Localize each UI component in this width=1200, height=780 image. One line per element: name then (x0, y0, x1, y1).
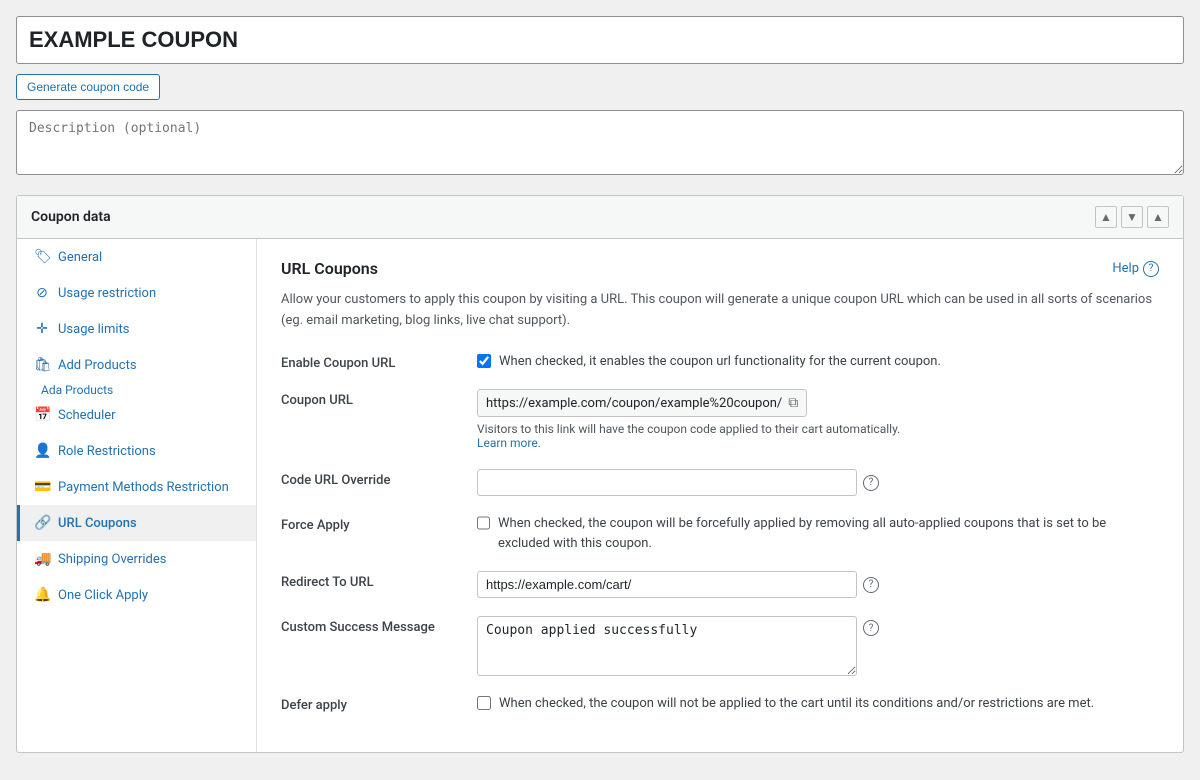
sidebar-item-url-coupons[interactable]: 🔗 URL Coupons (17, 505, 256, 541)
content-area: URL Coupons Help ? Allow your customers … (257, 239, 1183, 752)
coupon-url-label: Coupon URL (281, 389, 461, 408)
custom-success-message-row: Custom Success Message Coupon applied su… (281, 616, 1159, 676)
sidebar-label-url-coupons: URL Coupons (58, 516, 137, 531)
custom-success-message-label: Custom Success Message (281, 616, 461, 635)
coupon-url-note: Visitors to this link will have the coup… (477, 422, 1159, 436)
link-icon: 🔗 (34, 515, 50, 531)
panel-title: Coupon data (31, 209, 111, 225)
enable-coupon-url-label: Enable Coupon URL (281, 352, 461, 371)
custom-success-help-icon: ? (863, 620, 879, 636)
defer-apply-checkbox-row: When checked, the coupon will not be app… (477, 694, 1159, 714)
tag-icon: 🏷 (34, 249, 50, 265)
sidebar-item-payment-methods[interactable]: 💳 Payment Methods Restriction (17, 469, 256, 505)
custom-success-message-control: Coupon applied successfully ? (477, 616, 1159, 676)
section-title: URL Coupons (281, 259, 378, 278)
enable-coupon-url-checkbox-row: When checked, it enables the coupon url … (477, 352, 1159, 372)
plus-icon: ✛ (34, 321, 50, 337)
section-description: Allow your customers to apply this coupo… (281, 290, 1159, 332)
description-textarea[interactable] (16, 110, 1184, 175)
coupon-name-input[interactable] (16, 16, 1184, 64)
force-apply-checkbox-label: When checked, the coupon will be forcefu… (498, 514, 1159, 553)
defer-apply-row: Defer apply When checked, the coupon wil… (281, 694, 1159, 714)
defer-apply-control: When checked, the coupon will not be app… (477, 694, 1159, 714)
sidebar-item-one-click-apply[interactable]: 🔔 One Click Apply (17, 577, 256, 613)
redirect-to-url-label: Redirect To URL (281, 571, 461, 590)
code-url-override-control: ? (477, 469, 1159, 496)
sidebar-label-add-products: Add Products (58, 358, 137, 373)
panel-controls: ▲ ▼ ▲ (1095, 206, 1169, 228)
enable-coupon-url-control: When checked, it enables the coupon url … (477, 352, 1159, 372)
sidebar-label-one-click-apply: One Click Apply (58, 588, 148, 603)
sidebar-label-scheduler: Scheduler (58, 408, 116, 423)
coupon-url-row: Coupon URL https://example.com/coupon/ex… (281, 389, 1159, 451)
custom-success-message-input-wrap: Coupon applied successfully ? (477, 616, 1159, 676)
content-header: URL Coupons Help ? (281, 259, 1159, 278)
sidebar-label-general: General (58, 250, 102, 265)
creditcard-icon: 💳 (34, 479, 50, 495)
panel-down-button[interactable]: ▼ (1121, 206, 1143, 228)
truck-icon: 🚚 (34, 551, 50, 567)
sidebar-item-usage-restriction[interactable]: ⊘ Usage restriction (17, 275, 256, 311)
sidebar-item-general[interactable]: 🏷 General (17, 239, 256, 275)
code-url-override-row: Code URL Override ? (281, 469, 1159, 496)
help-circle-icon: ? (1143, 261, 1159, 277)
sidebar-item-add-products[interactable]: 🛍 Add Products (17, 347, 256, 383)
panel-header: Coupon data ▲ ▼ ▲ (17, 196, 1183, 239)
enable-coupon-url-checkbox[interactable] (477, 354, 491, 368)
sidebar-label-usage-limits: Usage limits (58, 322, 129, 337)
enable-coupon-url-checkbox-label: When checked, it enables the coupon url … (499, 352, 941, 372)
code-url-override-label: Code URL Override (281, 469, 461, 488)
force-apply-control: When checked, the coupon will be forcefu… (477, 514, 1159, 553)
redirect-to-url-input-wrap: ? (477, 571, 1159, 598)
user-icon: 👤 (34, 443, 50, 459)
help-label: Help (1112, 261, 1139, 276)
coupon-url-value: https://example.com/coupon/example%20cou… (486, 396, 782, 411)
coupon-data-panel: Coupon data ▲ ▼ ▲ 🏷 General ⊘ Usage rest… (16, 195, 1184, 753)
sidebar-item-scheduler[interactable]: 📅 Scheduler (17, 397, 256, 433)
code-url-override-input[interactable] (477, 469, 857, 496)
redirect-to-url-input[interactable] (477, 571, 857, 598)
panel-up-button[interactable]: ▲ (1095, 206, 1117, 228)
panel-body: 🏷 General ⊘ Usage restriction ✛ Usage li… (17, 239, 1183, 752)
sidebar: 🏷 General ⊘ Usage restriction ✛ Usage li… (17, 239, 257, 752)
coupon-url-display: https://example.com/coupon/example%20cou… (477, 389, 807, 417)
sidebar-label-payment-methods: Payment Methods Restriction (58, 480, 229, 495)
restriction-icon: ⊘ (34, 285, 50, 301)
force-apply-row: Force Apply When checked, the coupon wil… (281, 514, 1159, 553)
coupon-url-wrapper: https://example.com/coupon/example%20cou… (477, 389, 1159, 417)
sidebar-item-role-restrictions[interactable]: 👤 Role Restrictions (17, 433, 256, 469)
redirect-url-help-icon: ? (863, 577, 879, 593)
code-url-override-input-wrap: ? (477, 469, 1159, 496)
panel-collapse-button[interactable]: ▲ (1147, 206, 1169, 228)
help-link[interactable]: Help ? (1112, 261, 1159, 277)
force-apply-checkbox-row: When checked, the coupon will be forcefu… (477, 514, 1159, 553)
sidebar-item-usage-limits[interactable]: ✛ Usage limits (17, 311, 256, 347)
redirect-to-url-control: ? (477, 571, 1159, 598)
copy-icon[interactable]: ⧉ (788, 395, 798, 411)
sidebar-label-role-restrictions: Role Restrictions (58, 444, 156, 459)
defer-apply-checkbox-label: When checked, the coupon will not be app… (499, 694, 1094, 714)
redirect-to-url-row: Redirect To URL ? (281, 571, 1159, 598)
defer-apply-label: Defer apply (281, 694, 461, 713)
calendar-icon: 📅 (34, 407, 50, 423)
bag-icon: 🛍 (34, 357, 50, 373)
force-apply-checkbox[interactable] (477, 516, 490, 530)
sidebar-label-shipping-overrides: Shipping Overrides (58, 552, 166, 567)
learn-more-link[interactable]: Learn more. (477, 436, 541, 450)
ada-products-sub[interactable]: Ada Products (17, 383, 256, 397)
defer-apply-checkbox[interactable] (477, 696, 491, 710)
bell-icon: 🔔 (34, 587, 50, 603)
sidebar-label-usage-restriction: Usage restriction (58, 286, 156, 301)
sidebar-item-shipping-overrides[interactable]: 🚚 Shipping Overrides (17, 541, 256, 577)
enable-coupon-url-row: Enable Coupon URL When checked, it enabl… (281, 352, 1159, 372)
custom-success-message-input[interactable]: Coupon applied successfully (477, 616, 857, 676)
code-url-override-help-icon: ? (863, 475, 879, 491)
coupon-url-control: https://example.com/coupon/example%20cou… (477, 389, 1159, 451)
generate-coupon-code-button[interactable]: Generate coupon code (16, 74, 160, 100)
force-apply-label: Force Apply (281, 514, 461, 533)
